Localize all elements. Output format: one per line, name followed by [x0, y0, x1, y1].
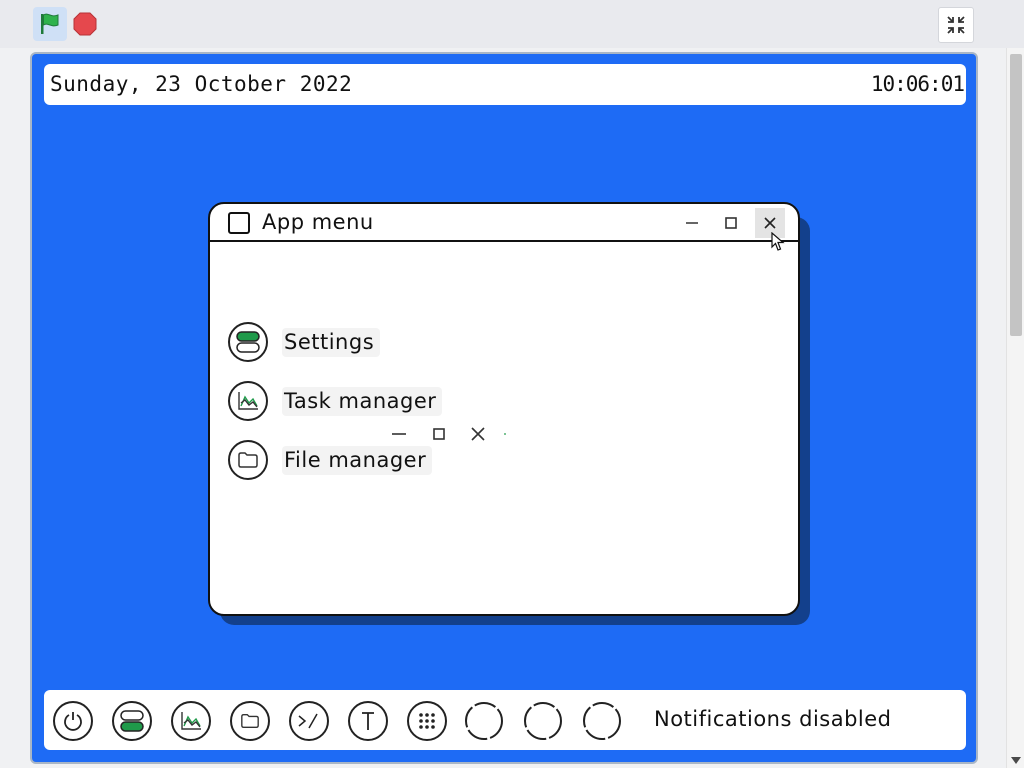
- menu-item-file-manager[interactable]: File manager: [228, 440, 433, 480]
- taskbar-file-manager-button[interactable]: [230, 701, 270, 741]
- close-icon: [764, 217, 776, 229]
- loading-icon: [524, 702, 562, 740]
- taskbar-apps-button[interactable]: [407, 701, 447, 741]
- chart-icon: [181, 712, 201, 730]
- mouse-cursor-icon: [771, 232, 785, 251]
- taskbar-task-manager-button[interactable]: [171, 701, 211, 741]
- stop-button[interactable]: [71, 10, 99, 38]
- page-scrollbar[interactable]: [1006, 48, 1024, 768]
- loading-icon: [583, 702, 621, 740]
- exit-fullscreen-button[interactable]: [938, 7, 974, 43]
- maximize-button[interactable]: [716, 208, 746, 238]
- loading-icon: [465, 702, 503, 740]
- chart-icon: [228, 381, 268, 421]
- app-menu-window: App menu Settings Task manager File mana…: [208, 202, 800, 616]
- menu-item-label: File manager: [282, 445, 433, 475]
- power-button[interactable]: [53, 701, 93, 741]
- folder-icon: [241, 713, 259, 729]
- settings-toggle-icon: [120, 710, 144, 732]
- clock-text: 10:06:01: [870, 72, 965, 96]
- taskbar-terminal-button[interactable]: [289, 701, 329, 741]
- text-icon: [362, 712, 374, 730]
- scroll-thumb[interactable]: [1010, 54, 1022, 336]
- menu-item-label: Task manager: [282, 386, 443, 416]
- menu-item-settings[interactable]: Settings: [228, 322, 381, 362]
- maximize-icon: [725, 217, 737, 229]
- window-title: App menu: [262, 210, 374, 234]
- collapse-icon: [947, 16, 965, 34]
- green-flag-button[interactable]: [33, 7, 67, 41]
- minimize-button[interactable]: [677, 208, 707, 238]
- window-icon: [228, 212, 250, 234]
- green-flag-icon: [41, 13, 59, 34]
- toolbar: [0, 0, 1024, 48]
- date-text: Sunday, 23 October 2022: [50, 72, 353, 96]
- window-titlebar[interactable]: App menu: [210, 204, 798, 242]
- taskbar: Notifications disabled: [44, 690, 966, 750]
- settings-toggle-icon: [228, 322, 268, 362]
- power-icon: [64, 712, 82, 731]
- menu-item-label: Settings: [282, 327, 381, 357]
- desktop-stage: Sunday, 23 October 2022 10:06:01 App men…: [30, 52, 978, 764]
- menu-item-task-manager[interactable]: Task manager: [228, 381, 443, 421]
- scroll-down-icon[interactable]: [1011, 757, 1021, 764]
- stray-window-controls: [392, 427, 506, 441]
- terminal-icon: [298, 713, 318, 729]
- minimize-icon: [686, 222, 698, 224]
- apps-grid-icon: [419, 713, 435, 729]
- taskbar-settings-button[interactable]: [112, 701, 152, 741]
- taskbar-text-editor-button[interactable]: [348, 701, 388, 741]
- stop-icon: [73, 12, 97, 36]
- date-bar: Sunday, 23 October 2022 10:06:01: [44, 64, 966, 105]
- folder-icon: [228, 440, 268, 480]
- notifications-status: Notifications disabled: [654, 707, 892, 731]
